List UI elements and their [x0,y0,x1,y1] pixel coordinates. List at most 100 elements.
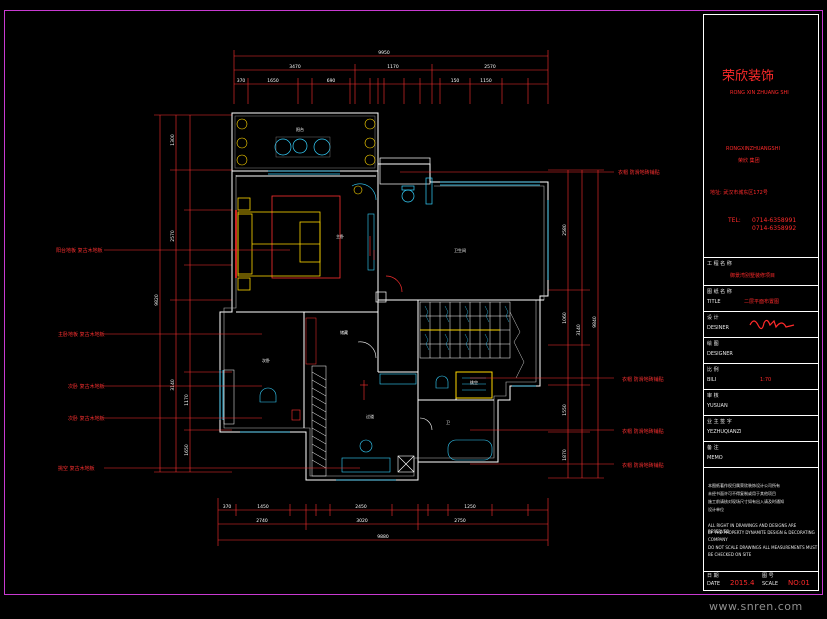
company-group: 荣欣 集团 [738,158,760,164]
dim-top-seg1: 3470 [289,64,301,70]
room-void: 挑空 [470,379,478,385]
dim-top-seg3: 2570 [484,64,496,70]
date-label-cn: 日 期 [707,573,719,579]
company-name: 荣欣装饰 [722,69,775,84]
dim-bottom-sub-2: 1450 [257,504,269,510]
dim-left-c: 3140 [170,379,176,391]
bath3-fixtures [379,371,493,461]
scale-value: 1:70 [760,377,772,383]
drawing-name: 二层平面布置图 [744,299,780,305]
tb-row-yusuan [704,389,818,390]
tb-row-lead [704,415,818,416]
callout-right-4: 衣帽 防滑地砖铺贴 [622,462,664,469]
dim-left-b: 2570 [170,230,176,242]
tel-2: 0714-6358992 [752,225,797,232]
date-label: DATE [707,581,721,587]
room-master-bed: 主卧 [336,233,344,239]
dim-left-d: 1170 [184,394,190,406]
room-bath1: 卫生间 [454,247,466,253]
project-name: 御景湾别墅装修项目 [730,273,776,279]
date-value: 2015.4 [730,579,755,587]
dim-left-e: 1650 [184,444,190,456]
red-marks [360,236,375,400]
scale-label-cn: 比 例 [707,367,719,373]
dim-right-b: 1060 [562,312,568,324]
dim-right-e: 1870 [562,449,568,461]
dim-bottom-sub-4: 1250 [464,504,476,510]
tb-row-memo [704,441,818,442]
dim-bottom-total: 9880 [377,534,389,540]
notes-en-4: DO NOT SCALE DRAWINGS ALL MEASUREMENTS M… [708,545,818,550]
yusuan-label: YUSUAN [707,403,728,409]
yusuan-label-cn: 审 核 [707,393,719,399]
notes-cn-4: 设计单位 [708,507,724,512]
bath1-fixtures [375,157,433,303]
master-misc [351,183,377,271]
tb-row-design [704,337,818,338]
dim-bottom-sub-1: 370 [223,504,232,510]
callout-right-2: 衣帽 防滑地砖铺贴 [622,376,664,383]
page-value: NO:01 [788,579,810,587]
dim-top-sub-5: 1150 [480,78,492,84]
title-label: TITLE [707,299,721,305]
tb-row-designer [704,311,818,312]
dim-bottom-seg2: 3020 [356,518,368,524]
room-balcony: 阳台 [296,126,304,132]
room-storage: 储藏 [340,329,348,335]
project-label-cn: 工 程 名 称 [707,261,732,267]
tb-row-project [704,257,818,258]
dim-top-sub-3: 690 [327,78,336,84]
notes-en-3: COMPANY [708,537,728,542]
tel-label: TEL: [728,217,741,224]
notes-cn-2: 未经书面许可不得复制或用于其他项目 [708,491,776,496]
dim-top-total: 9950 [378,50,390,56]
callout-left-2: 主卧地板 复古木地板 [58,331,105,338]
walls [219,112,549,481]
dim-top-sub-4: 150 [451,78,460,84]
bed2-fixtures [259,341,377,421]
designer-label-cn: 设 计 [707,315,719,321]
dim-top-seg2: 1170 [387,64,399,70]
tb-row-scale [704,363,818,364]
design-label-cn: 绘 图 [707,341,719,347]
tel-1: 0714-6358991 [752,217,797,224]
watermark: www.snren.com [709,600,803,613]
notes-cn-3: 施工前请核对现场尺寸如有出入请及时通知 [708,499,784,504]
notes-cn-1: 本图纸著作权归属荣欣装饰设计公司所有 [708,483,780,488]
page-label-cn: 图 号 [762,573,774,579]
notes-en-2: BY THE PROPERTY DYNAMITE DESIGN & DECORA… [708,530,815,535]
dim-bottom-sub-3: 2450 [355,504,367,510]
windows [219,170,549,481]
designer-signature [749,319,795,330]
company-pinyin: RONGXINZHUANGSHI [726,146,780,152]
callout-left-4: 次卧 复古木地板 [68,415,105,422]
dim-bottom-seg1: 2740 [256,518,268,524]
drawing-label-cn: 图 纸 名 称 [707,289,732,295]
company-subtitle: RONG XIN ZHUANG SHI [730,90,789,96]
tb-row-notes [704,467,818,468]
dim-left-total: 9820 [154,294,160,306]
lead-label: YEZHUQIANZI [707,429,742,435]
floor-plan: 9950 3470 1170 2570 370 1650 690 150 115… [56,50,664,546]
dim-right-total: 9840 [592,316,598,328]
room-hall: 过道 [366,413,374,419]
title-block: 荣欣装饰 RONG XIN ZHUANG SHI RONGXINZHUANGSH… [703,14,819,591]
page-label: SCALE [762,581,779,587]
company-address: 地址: 武汉市城东区172号 [710,190,768,196]
callout-left-5: 挑空 复古木地板 [58,465,95,472]
bath2-fixtures [341,439,415,473]
lead-label-cn: 业 主 签 字 [707,419,732,425]
memo-label: MEMO [707,455,723,461]
tb-row-date [704,571,818,572]
dim-bottom-seg3: 2750 [454,518,466,524]
callout-right-3: 衣帽 防滑地砖铺贴 [622,428,664,435]
master-bed [235,195,341,291]
designer-label: DESINER [707,325,730,331]
dim-left-a: 1300 [170,134,176,146]
room-bath3: 卫 [446,420,450,425]
balcony-furniture [274,136,331,158]
dim-right-d: 1550 [562,404,568,416]
callout-left-3: 次卧 复古木地板 [68,383,105,390]
closets [223,317,327,477]
callout-right-1: 衣帽 防滑地砖铺贴 [618,169,660,176]
